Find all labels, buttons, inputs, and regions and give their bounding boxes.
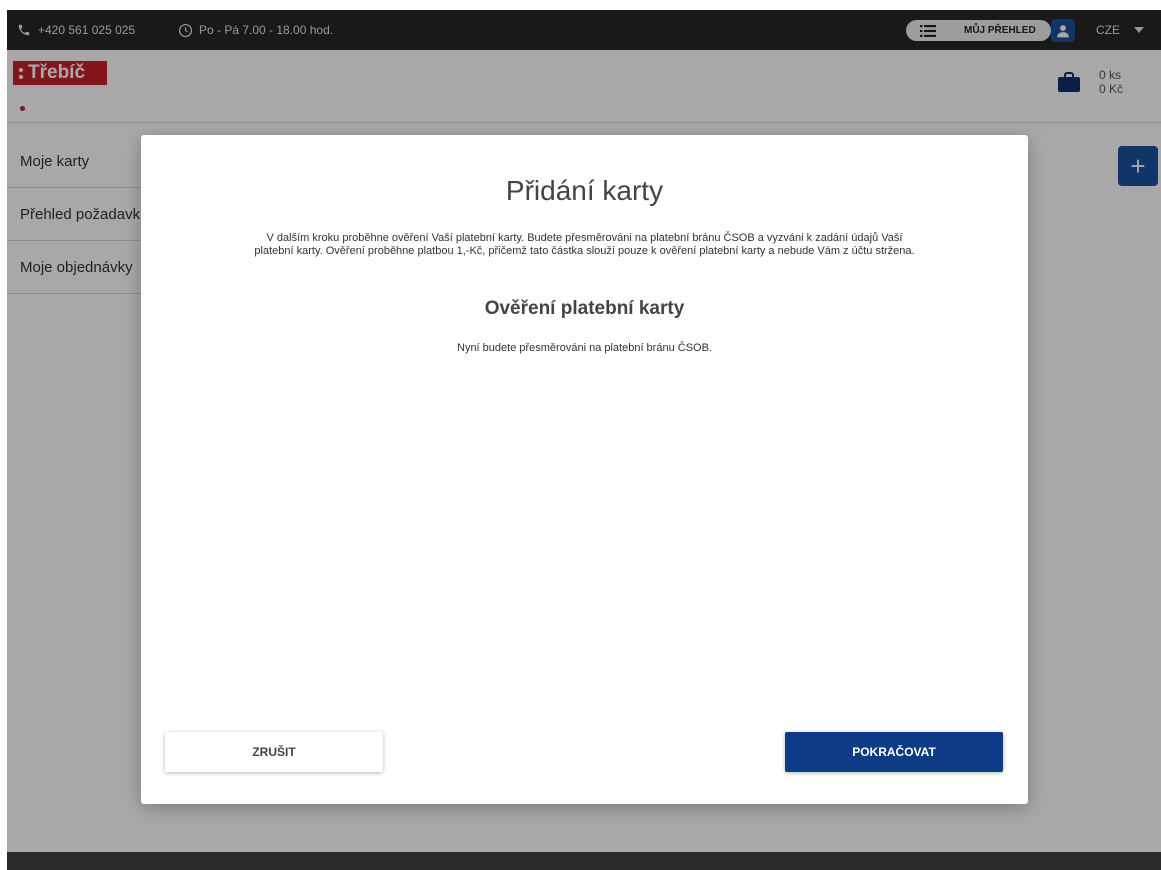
dialog-description: V dalším kroku proběhne ověření Vaší pla…: [254, 232, 915, 257]
app-frame: +420 561 025 025 Po - Pá 7.00 - 18.00 ho…: [7, 10, 1161, 870]
cancel-button[interactable]: ZRUŠIT: [165, 732, 383, 772]
add-card-dialog: Přidání karty V dalším kroku proběhne ov…: [141, 135, 1028, 804]
dialog-subtitle: Ověření platební karty: [484, 298, 685, 319]
dialog-note: Nyní budete přesměrováni na platební brá…: [457, 342, 712, 354]
page-footer: [7, 852, 1161, 870]
continue-button[interactable]: POKRAČOVAT: [785, 732, 1003, 772]
dialog-title: Přidání karty: [505, 175, 664, 206]
